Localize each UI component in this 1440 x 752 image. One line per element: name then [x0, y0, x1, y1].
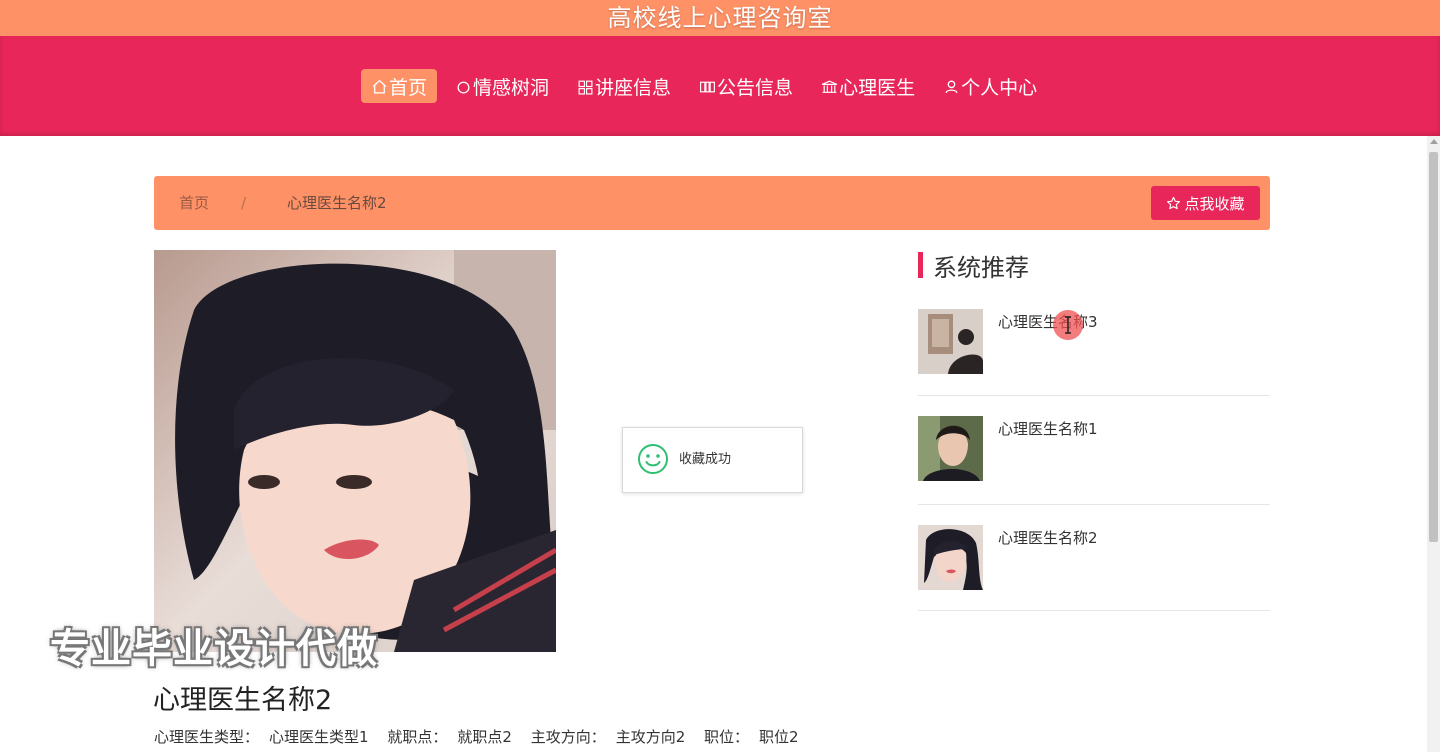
field-value-position: 职位2: [759, 728, 799, 746]
main-nav: 首页 情感树洞 讲座信息 公告信息 心理医生 个人中心: [0, 36, 1440, 136]
nav-item-lectures[interactable]: 讲座信息: [567, 69, 681, 103]
success-toast: 收藏成功: [622, 427, 803, 493]
nav-item-label: 情感树洞: [473, 76, 550, 99]
recommend-thumbnail[interactable]: [918, 525, 983, 590]
columns-icon: [699, 78, 716, 95]
recommend-name[interactable]: 心理医生名称2: [998, 527, 1098, 548]
recommend-title: 系统推荐: [933, 253, 1029, 282]
scroll-up-arrow-icon[interactable]: [1430, 139, 1438, 144]
smile-icon: [638, 444, 668, 474]
recommend-thumbnail[interactable]: [918, 309, 983, 374]
field-value-specialty: 主攻方向2: [615, 728, 686, 746]
watermark-text: 专业毕业设计代做: [50, 626, 378, 672]
circle-icon: [455, 78, 472, 95]
scrollbar-thumb[interactable]: [1429, 152, 1438, 542]
field-value-workplace: 就职点2: [457, 728, 512, 746]
favorite-button[interactable]: 点我收藏: [1151, 186, 1260, 220]
nav-item-label: 心理医生: [839, 76, 916, 99]
recommend-item[interactable]: 心理医生名称3: [918, 309, 1270, 396]
breadcrumb-current: 心理医生名称2: [287, 194, 387, 212]
field-label-position: 职位：: [704, 728, 750, 746]
recommend-thumbnail[interactable]: [918, 416, 983, 481]
recommend-heading: 系统推荐: [918, 251, 1029, 282]
recommend-name[interactable]: 心理医生名称1: [998, 418, 1098, 439]
nav-item-profile[interactable]: 个人中心: [933, 69, 1047, 103]
favorite-button-label: 点我收藏: [1184, 194, 1245, 213]
nav-item-home[interactable]: 首页: [361, 69, 438, 103]
nav-item-label: 讲座信息: [595, 76, 672, 99]
nav-item-notices[interactable]: 公告信息: [689, 69, 803, 103]
site-header: 高校线上心理咨询室: [0, 0, 1440, 36]
page-scrollbar[interactable]: [1427, 136, 1440, 752]
doctor-photo: [154, 250, 556, 652]
nav-item-doctors[interactable]: 心理医生: [811, 69, 925, 103]
field-label-type: 心理医生类型：: [154, 728, 260, 746]
text-cursor-icon: [1065, 316, 1071, 334]
star-icon: [1167, 196, 1181, 209]
doctor-name: 心理医生名称2: [153, 685, 333, 716]
field-label-specialty: 主攻方向：: [530, 728, 606, 746]
toast-message: 收藏成功: [679, 452, 732, 467]
grid-icon: [577, 78, 594, 95]
recommend-item[interactable]: 心理医生名称2: [918, 525, 1270, 611]
site-title: 高校线上心理咨询室: [607, 4, 833, 32]
user-icon: [943, 78, 960, 95]
nav-item-tree-hole[interactable]: 情感树洞: [445, 69, 559, 103]
breadcrumb-separator: /: [241, 194, 247, 212]
nav-item-label: 个人中心: [961, 76, 1038, 99]
doctor-info: 心理医生类型： 心理医生类型1 就职点： 就职点2 主攻方向： 主攻方向2 职位： 职位…: [154, 726, 813, 747]
library-icon: [821, 78, 838, 95]
field-label-workplace: 就职点：: [387, 728, 448, 746]
field-value-type: 心理医生类型1: [269, 728, 369, 746]
breadcrumb-home-link[interactable]: 首页: [179, 176, 209, 230]
recommend-item[interactable]: 心理医生名称1: [918, 416, 1270, 505]
home-icon: [371, 78, 388, 95]
breadcrumb: 首页 / 心理医生名称2 点我收藏: [154, 176, 1270, 230]
nav-item-label: 公告信息: [717, 76, 794, 99]
nav-item-label: 首页: [389, 76, 428, 99]
heading-accent-bar: [918, 252, 923, 278]
